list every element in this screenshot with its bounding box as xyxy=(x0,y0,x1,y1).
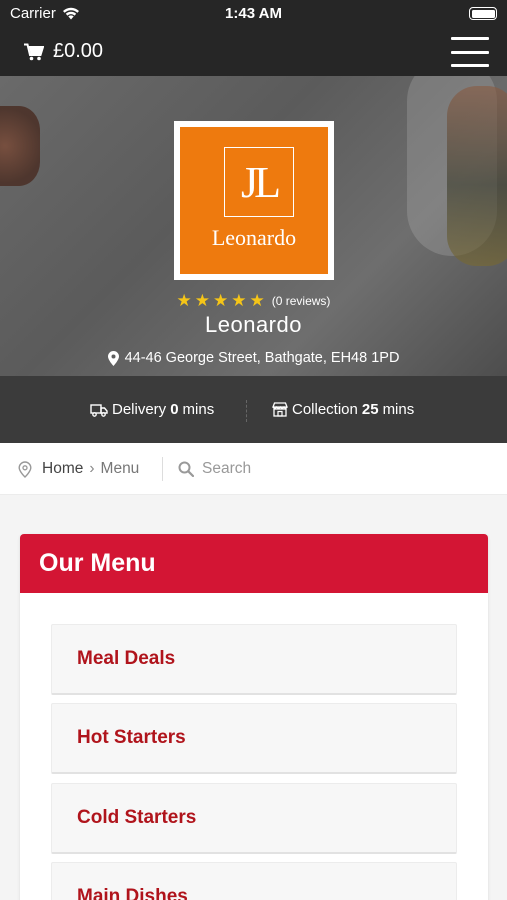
breadcrumb-current: Menu xyxy=(100,460,140,477)
status-time: 1:43 AM xyxy=(225,5,282,22)
menu-category-main-dishes[interactable]: Main Dishes xyxy=(51,862,457,900)
menu-category-cold-starters[interactable]: Cold Starters xyxy=(51,783,457,854)
delivery-label: Delivery xyxy=(112,401,167,418)
delivery-value: 0 xyxy=(170,401,179,418)
collection-time: Collection 25 mins xyxy=(272,376,414,443)
menu-title: Our Menu xyxy=(20,534,488,593)
delivery-truck-icon xyxy=(90,403,108,417)
service-times-bar: Delivery 0 mins Collection 25 mins xyxy=(0,376,507,443)
breadcrumb-home-link[interactable]: Home xyxy=(42,460,83,478)
hamburger-menu-icon xyxy=(451,37,489,40)
hero-skewer-image xyxy=(447,86,507,266)
logo-text: Leonardo xyxy=(211,225,297,250)
menu-card: Our Menu Meal Deals Hot Starters Cold St… xyxy=(20,534,488,900)
hero-food-image xyxy=(0,106,40,186)
logo-monogram: JL xyxy=(224,147,294,217)
collection-label: Collection xyxy=(292,401,358,418)
collection-value: 25 xyxy=(361,401,379,418)
location-pin-icon xyxy=(18,460,32,478)
cart-icon xyxy=(24,43,44,60)
breadcrumb-bar: Home › Menu Search xyxy=(0,443,507,495)
restaurant-name: Leonardo xyxy=(205,312,302,337)
delivery-time: Delivery 0 mins xyxy=(90,376,214,443)
cart-total: £0.00 xyxy=(53,40,104,62)
status-bar: Carrier 1:43 AM xyxy=(0,0,507,28)
store-icon xyxy=(272,402,288,417)
app-header: £0.00 xyxy=(0,28,507,76)
map-pin-icon xyxy=(107,350,119,366)
menu-category-meal-deals[interactable]: Meal Deals xyxy=(51,624,457,695)
cart-button[interactable]: £0.00 xyxy=(24,40,103,63)
breadcrumb: Home › Menu xyxy=(18,443,139,495)
menu-category-hot-starters[interactable]: Hot Starters xyxy=(51,703,457,774)
collection-unit: mins xyxy=(382,401,415,418)
restaurant-address: 44-46 George Street, Bathgate, EH48 1PD xyxy=(0,350,507,366)
breadcrumb-divider xyxy=(162,457,163,481)
search-placeholder: Search xyxy=(202,460,252,477)
restaurant-hero: JL Leonardo ★★★★★ (0 reviews) Leonardo 4… xyxy=(0,76,507,376)
star-rating-icon: ★★★★★ xyxy=(176,291,268,310)
restaurant-logo: JL Leonardo xyxy=(174,121,334,280)
address-text: 44-46 George Street, Bathgate, EH48 1PD xyxy=(124,350,400,366)
battery-icon xyxy=(469,7,497,20)
search-input[interactable]: Search xyxy=(178,443,251,495)
hamburger-menu-button[interactable] xyxy=(451,37,489,67)
search-icon xyxy=(178,461,194,477)
rating: ★★★★★ (0 reviews) xyxy=(0,291,507,311)
times-divider xyxy=(246,400,247,422)
breadcrumb-separator: › xyxy=(89,460,95,477)
delivery-unit: mins xyxy=(182,401,215,418)
reviews-count[interactable]: (0 reviews) xyxy=(272,294,331,308)
